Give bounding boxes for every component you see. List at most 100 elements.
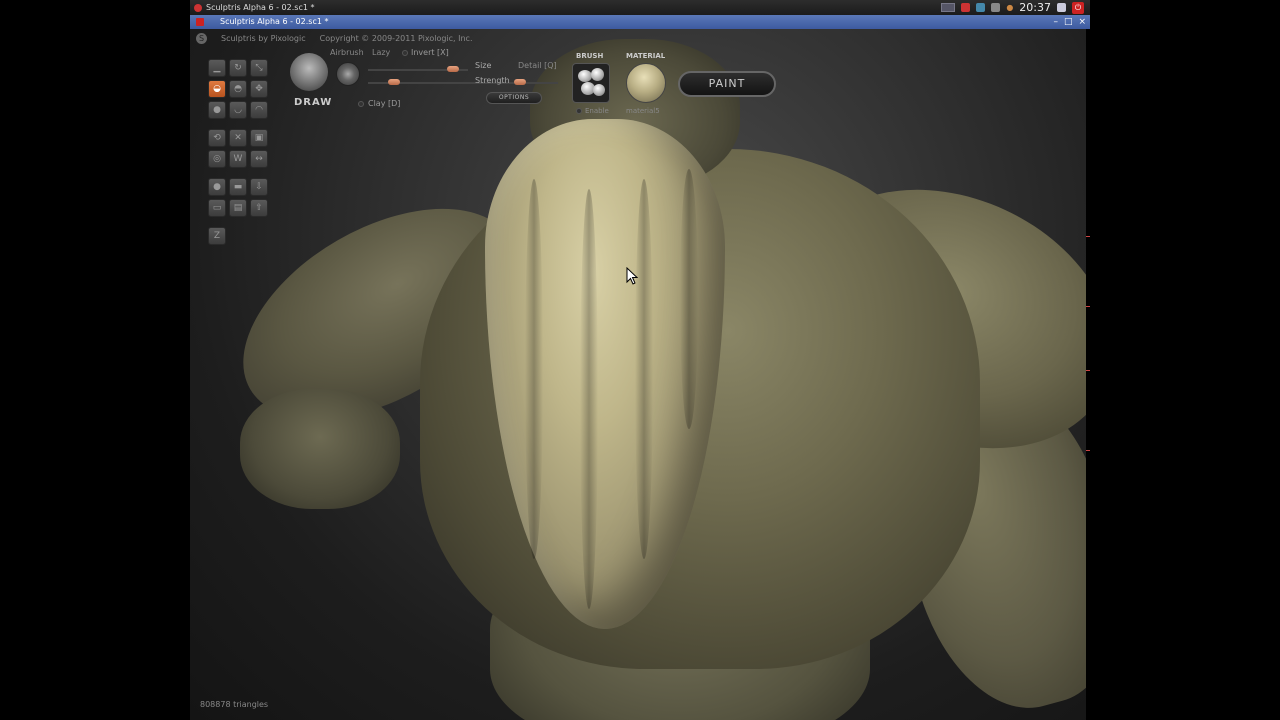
os-taskbar: Sculptris Alpha 6 - 02.sc1 * ● 20:37 ⏻ — [190, 0, 1090, 15]
detail-toggle[interactable]: Detail [Q] — [518, 61, 557, 70]
clay-radio-icon[interactable] — [358, 100, 364, 107]
draw-brush-preview-icon[interactable] — [290, 53, 328, 91]
reduce-tool[interactable]: ⟲ — [208, 129, 226, 147]
sculpt-viewport[interactable]: S Sculptris by Pixologic Copyright © 200… — [190, 29, 1086, 720]
mirror-icon: W — [233, 154, 243, 164]
taskbar-window-entry[interactable]: Sculptris Alpha 6 - 02.sc1 * — [194, 0, 314, 15]
notification-dot-icon: ● — [1006, 3, 1014, 12]
goz-tool[interactable]: Z — [208, 227, 226, 245]
sculptris-logo-icon: S — [196, 33, 207, 44]
mask-tool[interactable]: ▣ — [250, 129, 268, 147]
options-button[interactable]: OPTIONS — [486, 92, 542, 104]
mouse-cursor-icon — [626, 267, 638, 285]
draw-icon: ◒ — [213, 84, 221, 94]
edge-marker — [1086, 450, 1090, 451]
model-left-hand — [240, 389, 400, 509]
brand-name: Sculptris by Pixologic — [221, 34, 306, 43]
copyright-text: Copyright © 2009-2011 Pixologic, Inc. — [319, 34, 473, 43]
invert-radio-icon[interactable] — [402, 49, 408, 56]
active-tool-label: DRAW — [294, 97, 333, 108]
pinch-icon: ◡ — [234, 105, 242, 115]
lazy-slider-handle[interactable] — [388, 79, 400, 85]
enable-label: Enable — [585, 107, 609, 115]
export-icon: ⇧ — [255, 203, 263, 213]
brush-blob-icon — [593, 84, 605, 96]
inflate-tool[interactable]: ● — [208, 101, 226, 119]
strength-slider-handle[interactable] — [514, 79, 526, 85]
right-edge-strip — [1086, 29, 1090, 720]
screen: Sculptris Alpha 6 - 02.sc1 * ● 20:37 ⏻ S… — [0, 0, 1280, 720]
flatten-tool[interactable]: ◓ — [229, 80, 247, 98]
flip-icon: ↔ — [255, 154, 263, 164]
smooth-icon: ◠ — [255, 105, 263, 115]
clock[interactable]: 20:37 — [1019, 0, 1051, 15]
lazy-toggle[interactable]: Lazy — [372, 48, 390, 57]
wireframe-tool[interactable]: ◎ — [208, 150, 226, 168]
scale-tool[interactable]: ⤡ — [250, 59, 268, 77]
wireframe-icon: ◎ — [213, 154, 221, 164]
sphere-icon: ● — [213, 182, 221, 192]
window-title-bar[interactable]: Sculptris Alpha 6 - 02.sc1 * – □ × — [190, 15, 1090, 29]
plane-icon: ▬ — [233, 182, 243, 192]
clay-toggle[interactable]: Clay [D] — [358, 99, 400, 108]
new-sphere-tool[interactable]: ● — [208, 178, 226, 196]
import-icon: ⇩ — [255, 182, 263, 192]
power-icon[interactable]: ⏻ — [1072, 1, 1084, 14]
beard-fold — [580, 189, 598, 609]
maximize-icon[interactable]: □ — [1064, 15, 1073, 29]
clay-label: Clay [D] — [368, 99, 401, 108]
save-tool[interactable]: ▤ — [229, 199, 247, 217]
taskbar-window-title: Sculptris Alpha 6 - 02.sc1 * — [206, 3, 315, 12]
strength-label: Strength — [475, 76, 510, 85]
symmetry-icon: ✕ — [234, 133, 242, 143]
beard-fold — [525, 179, 543, 559]
mirror-tool[interactable]: W — [229, 150, 247, 168]
minimize-icon[interactable]: – — [1053, 15, 1058, 29]
brand-bar: S Sculptris by Pixologic Copyright © 200… — [196, 33, 473, 44]
enable-radio-icon[interactable] — [576, 108, 582, 114]
beard-fold — [680, 169, 698, 429]
open-tool[interactable]: ▭ — [208, 199, 226, 217]
edge-marker — [1086, 306, 1090, 307]
speaker-icon[interactable] — [991, 3, 1001, 12]
network-icon[interactable] — [976, 3, 986, 12]
goz-icon: Z — [213, 231, 221, 241]
flip-tool[interactable]: ↔ — [250, 150, 268, 168]
size-label: Size — [475, 61, 492, 70]
paint-button[interactable]: PAINT — [678, 71, 776, 97]
beard-fold — [635, 179, 653, 559]
brush-blob-icon — [578, 70, 592, 82]
pinch-tool[interactable]: ◡ — [229, 101, 247, 119]
symmetry-tool[interactable]: ✕ — [229, 129, 247, 147]
triangle-count: 808878 triangles — [200, 700, 269, 709]
brush-heading: BRUSH — [576, 52, 604, 60]
import-tool[interactable]: ⇩ — [250, 178, 268, 196]
invert-label: Invert [X] — [411, 48, 449, 57]
rotate-tool[interactable]: ↻ — [229, 59, 247, 77]
stroke-type-icon[interactable] — [336, 62, 360, 86]
invert-toggle[interactable]: Invert [X] — [402, 48, 449, 57]
brush-enable-toggle[interactable]: Enable — [576, 107, 609, 115]
crease-icon: ▁ — [213, 63, 221, 73]
close-icon[interactable]: × — [1078, 15, 1086, 29]
brush-alpha-thumbnail[interactable] — [572, 63, 610, 103]
smooth-tool[interactable]: ◠ — [250, 101, 268, 119]
new-plane-tool[interactable]: ▬ — [229, 178, 247, 196]
grab-tool[interactable]: ✥ — [250, 80, 268, 98]
inflate-icon: ● — [213, 105, 221, 115]
export-tool[interactable]: ⇧ — [250, 199, 268, 217]
airbrush-toggle[interactable]: Airbrush — [330, 48, 364, 57]
crease-tool[interactable]: ▁ — [208, 59, 226, 77]
material-thumbnail[interactable] — [626, 63, 666, 103]
sculptris-app-icon — [194, 3, 202, 12]
size-slider-handle[interactable] — [447, 66, 459, 72]
window-title: Sculptris Alpha 6 - 02.sc1 * — [220, 17, 329, 26]
draw-tool[interactable]: ◒ — [208, 80, 226, 98]
window-app-icon — [196, 18, 204, 26]
rotate-icon: ↻ — [234, 63, 242, 73]
mask-icon: ▣ — [254, 133, 264, 143]
tray-app-icon[interactable] — [961, 3, 971, 12]
save-icon: ▤ — [233, 203, 243, 213]
keyboard-icon[interactable] — [941, 3, 956, 12]
user-icon[interactable] — [1057, 3, 1066, 12]
